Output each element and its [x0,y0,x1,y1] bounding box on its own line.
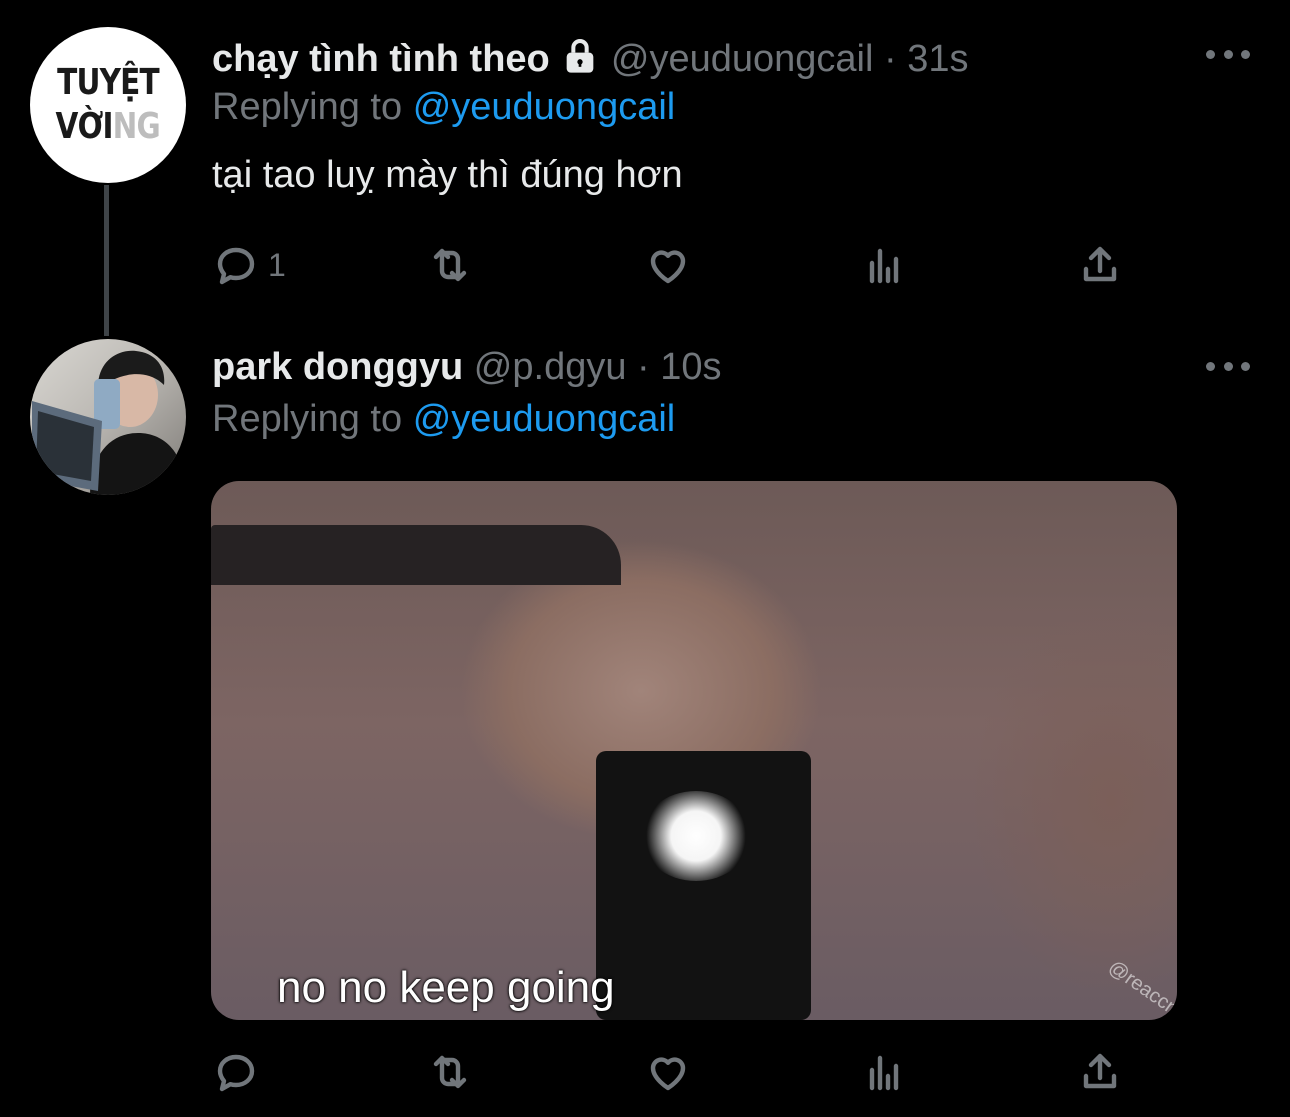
more-icon[interactable] [1206,44,1250,64]
separator: · [884,38,897,80]
like-icon [650,1057,686,1091]
lock-icon [560,38,611,80]
timestamp[interactable]: 10s [660,346,721,388]
thread-connector [104,185,109,336]
tweet-text: tại tao luỵ mày thì đúng hơn [212,154,683,196]
retweet-icon [433,248,467,282]
like-button[interactable] [644,1047,692,1097]
tweet-header: park donggyu @p.dgyu · 10s [212,344,722,390]
reply-icon [217,1054,255,1092]
reply-count: 1 [268,246,286,283]
share-button[interactable] [1076,1047,1124,1097]
media-watermark: @reaccn [1104,956,1177,1020]
action-bar: 1 [212,240,1172,290]
like-icon [650,250,686,284]
views-button[interactable] [860,1047,908,1097]
more-icon[interactable] [1206,356,1250,376]
views-button[interactable] [860,240,908,290]
avatar-photo [32,350,186,495]
retweet-button[interactable] [426,240,474,290]
tweet-header: chạy tình tình theo @yeuduongcail · 31s [212,36,969,82]
timestamp[interactable]: 31s [907,38,968,80]
replying-to: Replying to @yeuduongcail [212,396,675,442]
reply-icon [217,247,255,285]
share-button[interactable] [1076,240,1124,290]
avatar-text-line2: VỜING [55,105,161,149]
avatar-text-line2a: VỜI [55,106,114,147]
display-name[interactable]: chạy tình tình theo [212,38,550,80]
replying-prefix: Replying to [212,398,403,440]
share-icon [1083,246,1117,282]
views-icon [869,1055,899,1091]
media-flash [641,791,751,881]
display-name[interactable]: park donggyu [212,346,463,388]
action-bar [212,1047,1172,1097]
like-button[interactable] [644,240,692,290]
avatar-text-line1: TUYỆT [57,62,160,103]
user-handle[interactable]: @p.dgyu [474,346,627,388]
views-icon [869,248,899,284]
media-caption: no no keep going [277,963,615,1012]
share-icon [1083,1053,1117,1089]
replying-to: Replying to @yeuduongcail [212,84,675,130]
user-handle[interactable]: @yeuduongcail [611,38,874,80]
replying-prefix: Replying to [212,86,403,128]
retweet-icon [433,1055,467,1089]
avatar[interactable]: TUYỆT VỜING [30,27,186,183]
media-image[interactable]: @reaccn no no keep going [211,481,1177,1020]
media-hat [211,525,621,585]
avatar[interactable] [30,339,186,495]
avatar-text-line2b: NG [112,106,161,147]
replying-to-link[interactable]: @yeuduongcail [413,86,676,128]
reply-button[interactable] [212,1047,260,1097]
reply-button[interactable]: 1 [212,240,286,290]
retweet-button[interactable] [426,1047,474,1097]
separator: · [637,346,650,388]
replying-to-link[interactable]: @yeuduongcail [413,398,676,440]
